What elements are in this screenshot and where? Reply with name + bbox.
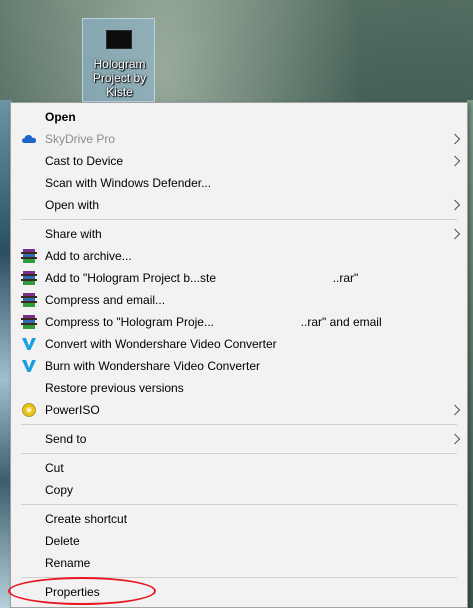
menu-item-send-to[interactable]: Send to [11,428,467,450]
submenu-arrow-icon [454,228,461,240]
menu-item-label: Send to [45,432,87,446]
context-menu: Open SkyDrive Pro Cast to Device Scan wi… [10,102,468,608]
file-name-line-3: Kiste [106,85,133,99]
winrar-icon [21,249,37,263]
red-highlight-ellipse [8,577,156,605]
wondershare-icon [22,338,36,350]
menu-item-label: Open [45,110,76,124]
menu-item-label: SkyDrive Pro [45,132,116,146]
menu-item-label: Copy [45,483,74,497]
file-name-line-2: Project by [92,71,147,85]
wondershare-icon [22,360,36,372]
menu-item-share-with[interactable]: Share with [11,223,467,245]
submenu-arrow-icon [454,133,461,145]
menu-item-label: Delete [45,534,80,548]
submenu-arrow-icon [454,199,461,211]
menu-separator [21,424,457,425]
menu-item-label: PowerISO [45,403,100,417]
menu-item-label: Cut [45,461,64,475]
desktop-file-icon-selected[interactable]: Hologram Project by Kiste [82,18,155,102]
menu-item-label: Open with [45,198,100,212]
menu-item-label: Create shortcut [45,512,128,526]
menu-item-compress-and-email[interactable]: Compress and email... [11,289,467,311]
menu-item-open-with[interactable]: Open with [11,194,467,216]
winrar-icon [21,315,37,329]
menu-separator [21,504,457,505]
menu-item-cast-to-device[interactable]: Cast to Device [11,150,467,172]
menu-item-label: Burn with Wondershare Video Converter [45,359,261,373]
menu-item-label: Add to "Hologram Project b...ste ..rar" [45,271,359,285]
winrar-icon [21,271,37,285]
menu-item-copy[interactable]: Copy [11,479,467,501]
menu-item-compress-to-rar-and-email[interactable]: Compress to "Hologram Proje... ..rar" an… [11,311,467,333]
menu-item-cut[interactable]: Cut [11,457,467,479]
menu-item-label: Restore previous versions [45,381,184,395]
menu-item-skydrive-pro[interactable]: SkyDrive Pro [11,128,467,150]
menu-item-convert-wondershare[interactable]: Convert with Wondershare Video Converter [11,333,467,355]
submenu-arrow-icon [454,433,461,445]
winrar-icon [21,293,37,307]
file-name-line-1: Hologram [93,57,146,71]
menu-item-label: Compress to "Hologram Proje... ..rar" an… [45,315,382,329]
menu-separator [21,453,457,454]
menu-item-add-to-rar[interactable]: Add to "Hologram Project b...ste ..rar" [11,267,467,289]
menu-item-label: Compress and email... [45,293,166,307]
poweriso-disc-icon [22,403,36,417]
menu-item-delete[interactable]: Delete [11,530,467,552]
menu-item-restore-previous-versions[interactable]: Restore previous versions [11,377,467,399]
menu-item-burn-wondershare[interactable]: Burn with Wondershare Video Converter [11,355,467,377]
skydrive-cloud-icon [22,135,36,143]
menu-item-add-to-archive[interactable]: Add to archive... [11,245,467,267]
menu-item-poweriso[interactable]: PowerISO [11,399,467,421]
submenu-arrow-icon [454,404,461,416]
menu-item-rename[interactable]: Rename [11,552,467,574]
menu-item-label: Cast to Device [45,154,124,168]
menu-item-label: Convert with Wondershare Video Converter [45,337,277,351]
menu-item-label: Share with [45,227,102,241]
menu-item-label: Scan with Windows Defender... [45,176,212,190]
menu-item-label: Rename [45,556,91,570]
video-file-icon [106,30,132,49]
menu-item-scan-defender[interactable]: Scan with Windows Defender... [11,172,467,194]
menu-item-create-shortcut[interactable]: Create shortcut [11,508,467,530]
menu-item-label: Add to archive... [45,249,132,263]
menu-separator [21,219,457,220]
submenu-arrow-icon [454,155,461,167]
menu-item-open[interactable]: Open [11,106,467,128]
desktop-file-name: Hologram Project by Kiste [85,57,154,99]
